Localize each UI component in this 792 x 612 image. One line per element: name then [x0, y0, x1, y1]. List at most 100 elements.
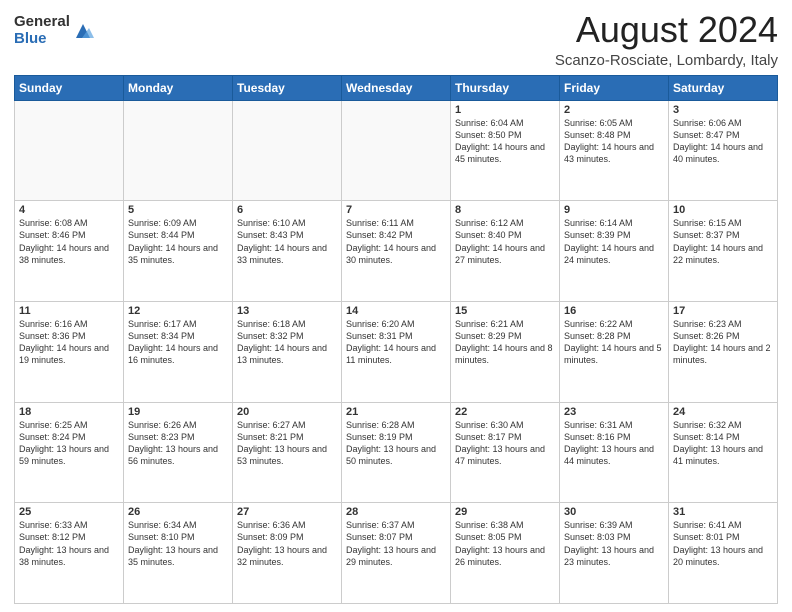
day-header-friday: Friday: [560, 75, 669, 100]
calendar-cell: 31Sunrise: 6:41 AM Sunset: 8:01 PM Dayli…: [669, 503, 778, 604]
day-info: Sunrise: 6:16 AM Sunset: 8:36 PM Dayligh…: [19, 318, 119, 367]
day-info: Sunrise: 6:04 AM Sunset: 8:50 PM Dayligh…: [455, 117, 555, 166]
day-number: 13: [237, 305, 337, 317]
calendar-cell: [233, 100, 342, 201]
logo: General Blue: [14, 14, 94, 47]
week-row-5: 25Sunrise: 6:33 AM Sunset: 8:12 PM Dayli…: [15, 503, 778, 604]
day-number: 8: [455, 204, 555, 216]
day-info: Sunrise: 6:15 AM Sunset: 8:37 PM Dayligh…: [673, 217, 773, 266]
calendar-cell: 29Sunrise: 6:38 AM Sunset: 8:05 PM Dayli…: [451, 503, 560, 604]
header: General Blue August 2024 Scanzo-Rosciate…: [14, 10, 778, 69]
day-info: Sunrise: 6:37 AM Sunset: 8:07 PM Dayligh…: [346, 519, 446, 568]
calendar-cell: 7Sunrise: 6:11 AM Sunset: 8:42 PM Daylig…: [342, 201, 451, 302]
day-number: 26: [128, 506, 228, 518]
day-header-saturday: Saturday: [669, 75, 778, 100]
week-row-2: 4Sunrise: 6:08 AM Sunset: 8:46 PM Daylig…: [15, 201, 778, 302]
day-info: Sunrise: 6:05 AM Sunset: 8:48 PM Dayligh…: [564, 117, 664, 166]
calendar-cell: 23Sunrise: 6:31 AM Sunset: 8:16 PM Dayli…: [560, 402, 669, 503]
calendar-cell: 5Sunrise: 6:09 AM Sunset: 8:44 PM Daylig…: [124, 201, 233, 302]
day-number: 10: [673, 204, 773, 216]
calendar-cell: 14Sunrise: 6:20 AM Sunset: 8:31 PM Dayli…: [342, 301, 451, 402]
day-info: Sunrise: 6:12 AM Sunset: 8:40 PM Dayligh…: [455, 217, 555, 266]
day-info: Sunrise: 6:20 AM Sunset: 8:31 PM Dayligh…: [346, 318, 446, 367]
day-info: Sunrise: 6:09 AM Sunset: 8:44 PM Dayligh…: [128, 217, 228, 266]
day-number: 21: [346, 406, 446, 418]
calendar-cell: 1Sunrise: 6:04 AM Sunset: 8:50 PM Daylig…: [451, 100, 560, 201]
day-number: 2: [564, 104, 664, 116]
day-number: 12: [128, 305, 228, 317]
calendar-cell: 6Sunrise: 6:10 AM Sunset: 8:43 PM Daylig…: [233, 201, 342, 302]
day-header-thursday: Thursday: [451, 75, 560, 100]
logo-text: General Blue: [14, 14, 70, 47]
day-info: Sunrise: 6:31 AM Sunset: 8:16 PM Dayligh…: [564, 419, 664, 468]
calendar-cell: 24Sunrise: 6:32 AM Sunset: 8:14 PM Dayli…: [669, 402, 778, 503]
calendar-cell: 26Sunrise: 6:34 AM Sunset: 8:10 PM Dayli…: [124, 503, 233, 604]
calendar-table: SundayMondayTuesdayWednesdayThursdayFrid…: [14, 75, 778, 604]
day-info: Sunrise: 6:39 AM Sunset: 8:03 PM Dayligh…: [564, 519, 664, 568]
day-header-wednesday: Wednesday: [342, 75, 451, 100]
day-number: 25: [19, 506, 119, 518]
day-number: 7: [346, 204, 446, 216]
day-number: 30: [564, 506, 664, 518]
week-row-1: 1Sunrise: 6:04 AM Sunset: 8:50 PM Daylig…: [15, 100, 778, 201]
calendar-cell: 17Sunrise: 6:23 AM Sunset: 8:26 PM Dayli…: [669, 301, 778, 402]
day-number: 20: [237, 406, 337, 418]
day-number: 27: [237, 506, 337, 518]
day-number: 14: [346, 305, 446, 317]
month-title: August 2024: [94, 10, 778, 50]
calendar-cell: [342, 100, 451, 201]
day-info: Sunrise: 6:30 AM Sunset: 8:17 PM Dayligh…: [455, 419, 555, 468]
logo-general: General: [14, 14, 70, 31]
calendar-cell: 12Sunrise: 6:17 AM Sunset: 8:34 PM Dayli…: [124, 301, 233, 402]
calendar-cell: 25Sunrise: 6:33 AM Sunset: 8:12 PM Dayli…: [15, 503, 124, 604]
day-info: Sunrise: 6:17 AM Sunset: 8:34 PM Dayligh…: [128, 318, 228, 367]
calendar-cell: 10Sunrise: 6:15 AM Sunset: 8:37 PM Dayli…: [669, 201, 778, 302]
calendar-cell: 2Sunrise: 6:05 AM Sunset: 8:48 PM Daylig…: [560, 100, 669, 201]
calendar-cell: 19Sunrise: 6:26 AM Sunset: 8:23 PM Dayli…: [124, 402, 233, 503]
calendar-cell: 8Sunrise: 6:12 AM Sunset: 8:40 PM Daylig…: [451, 201, 560, 302]
day-info: Sunrise: 6:32 AM Sunset: 8:14 PM Dayligh…: [673, 419, 773, 468]
day-info: Sunrise: 6:10 AM Sunset: 8:43 PM Dayligh…: [237, 217, 337, 266]
day-info: Sunrise: 6:25 AM Sunset: 8:24 PM Dayligh…: [19, 419, 119, 468]
day-number: 22: [455, 406, 555, 418]
calendar-cell: 15Sunrise: 6:21 AM Sunset: 8:29 PM Dayli…: [451, 301, 560, 402]
day-number: 23: [564, 406, 664, 418]
title-area: August 2024 Scanzo-Rosciate, Lombardy, I…: [94, 10, 778, 69]
calendar-cell: 22Sunrise: 6:30 AM Sunset: 8:17 PM Dayli…: [451, 402, 560, 503]
day-header-tuesday: Tuesday: [233, 75, 342, 100]
calendar-cell: 9Sunrise: 6:14 AM Sunset: 8:39 PM Daylig…: [560, 201, 669, 302]
calendar-cell: 28Sunrise: 6:37 AM Sunset: 8:07 PM Dayli…: [342, 503, 451, 604]
week-row-3: 11Sunrise: 6:16 AM Sunset: 8:36 PM Dayli…: [15, 301, 778, 402]
calendar-cell: 30Sunrise: 6:39 AM Sunset: 8:03 PM Dayli…: [560, 503, 669, 604]
location-title: Scanzo-Rosciate, Lombardy, Italy: [94, 52, 778, 69]
calendar-cell: 16Sunrise: 6:22 AM Sunset: 8:28 PM Dayli…: [560, 301, 669, 402]
logo-blue: Blue: [14, 31, 70, 48]
logo-icon: [72, 20, 94, 42]
day-info: Sunrise: 6:41 AM Sunset: 8:01 PM Dayligh…: [673, 519, 773, 568]
day-header-sunday: Sunday: [15, 75, 124, 100]
day-info: Sunrise: 6:11 AM Sunset: 8:42 PM Dayligh…: [346, 217, 446, 266]
calendar-cell: 3Sunrise: 6:06 AM Sunset: 8:47 PM Daylig…: [669, 100, 778, 201]
day-number: 31: [673, 506, 773, 518]
calendar-cell: 18Sunrise: 6:25 AM Sunset: 8:24 PM Dayli…: [15, 402, 124, 503]
week-row-4: 18Sunrise: 6:25 AM Sunset: 8:24 PM Dayli…: [15, 402, 778, 503]
day-number: 6: [237, 204, 337, 216]
day-info: Sunrise: 6:27 AM Sunset: 8:21 PM Dayligh…: [237, 419, 337, 468]
day-number: 18: [19, 406, 119, 418]
day-info: Sunrise: 6:14 AM Sunset: 8:39 PM Dayligh…: [564, 217, 664, 266]
calendar-cell: 20Sunrise: 6:27 AM Sunset: 8:21 PM Dayli…: [233, 402, 342, 503]
day-info: Sunrise: 6:33 AM Sunset: 8:12 PM Dayligh…: [19, 519, 119, 568]
day-number: 9: [564, 204, 664, 216]
calendar-cell: [124, 100, 233, 201]
day-number: 11: [19, 305, 119, 317]
day-info: Sunrise: 6:21 AM Sunset: 8:29 PM Dayligh…: [455, 318, 555, 367]
day-number: 15: [455, 305, 555, 317]
day-info: Sunrise: 6:18 AM Sunset: 8:32 PM Dayligh…: [237, 318, 337, 367]
calendar-cell: 21Sunrise: 6:28 AM Sunset: 8:19 PM Dayli…: [342, 402, 451, 503]
day-info: Sunrise: 6:23 AM Sunset: 8:26 PM Dayligh…: [673, 318, 773, 367]
day-info: Sunrise: 6:26 AM Sunset: 8:23 PM Dayligh…: [128, 419, 228, 468]
day-info: Sunrise: 6:08 AM Sunset: 8:46 PM Dayligh…: [19, 217, 119, 266]
day-number: 5: [128, 204, 228, 216]
day-info: Sunrise: 6:22 AM Sunset: 8:28 PM Dayligh…: [564, 318, 664, 367]
calendar-cell: 4Sunrise: 6:08 AM Sunset: 8:46 PM Daylig…: [15, 201, 124, 302]
